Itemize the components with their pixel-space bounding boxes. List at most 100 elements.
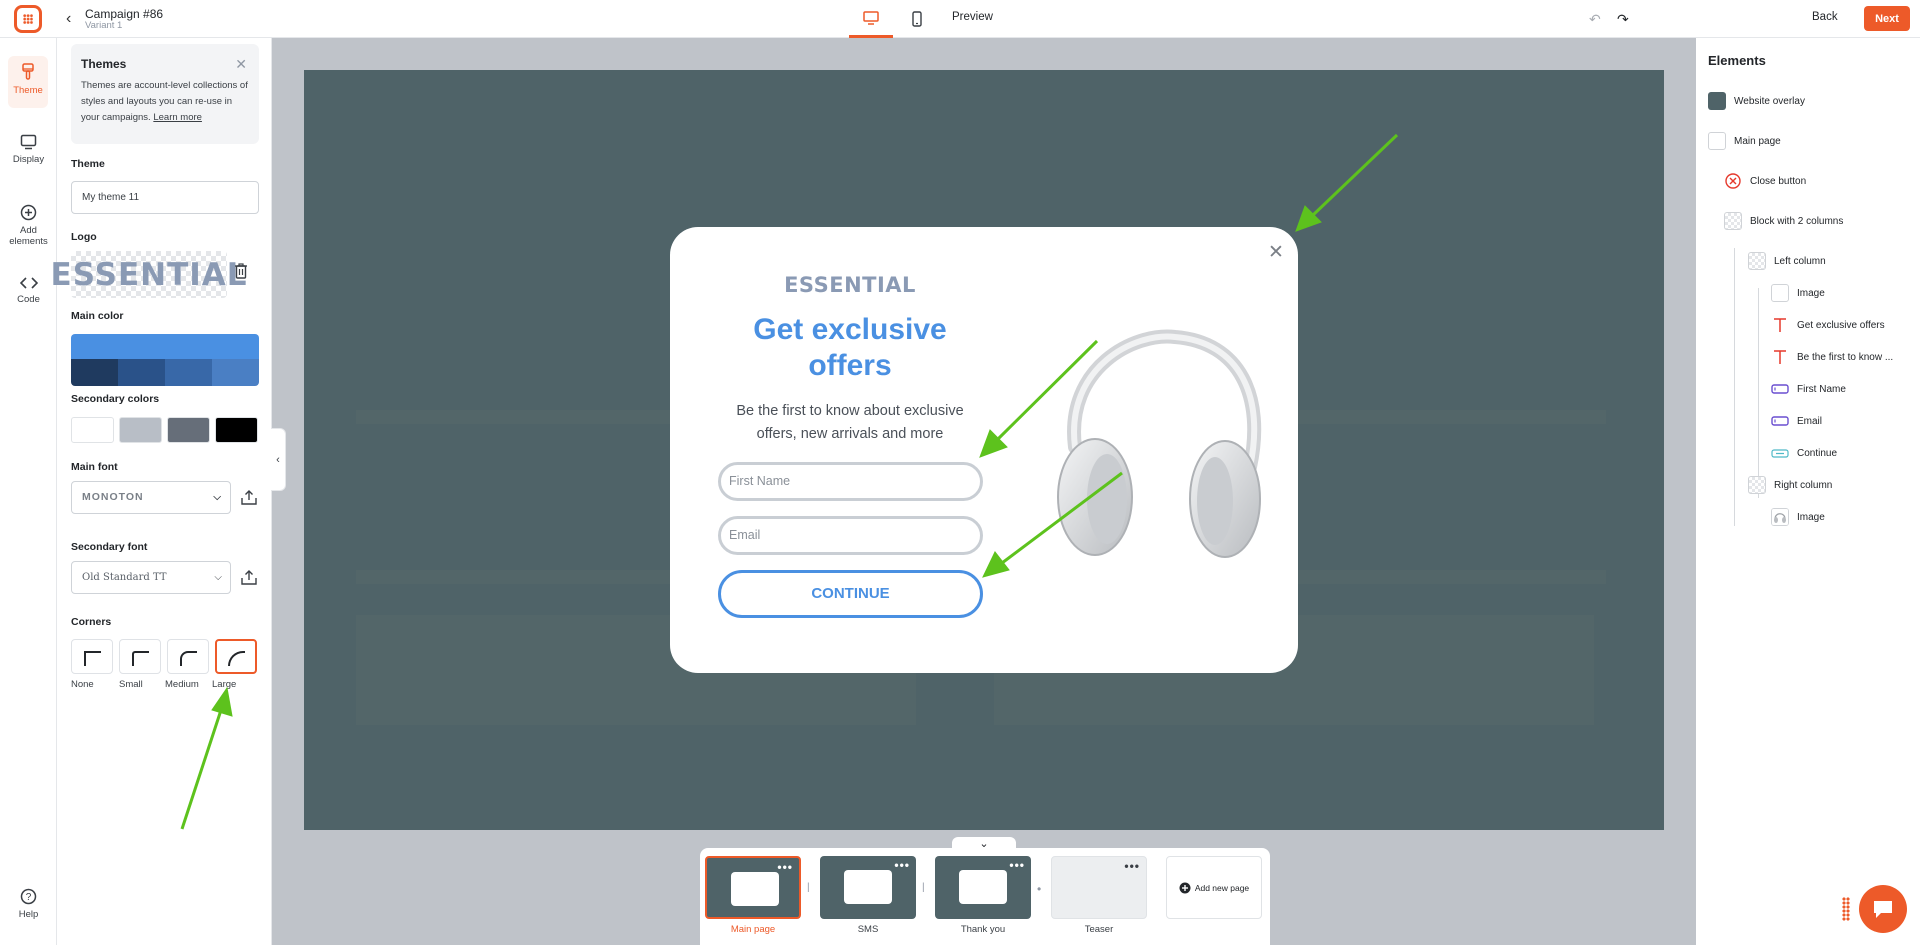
logo-preview[interactable]: ESSENTIAL <box>51 251 247 298</box>
element-subtext[interactable]: Be the first to know ... <box>1771 347 1893 367</box>
top-bar: ‹ Campaign #86 Variant 1 Preview ↶ ↷ Bac… <box>0 0 1920 38</box>
nav-display[interactable]: Display <box>0 134 57 165</box>
code-icon <box>19 277 38 289</box>
popup-logo[interactable]: ESSENTIAL <box>670 273 1030 297</box>
upload-icon[interactable] <box>241 569 257 585</box>
nav-theme[interactable]: Theme <box>8 56 48 108</box>
theme-name-input[interactable]: My theme 11 <box>71 181 259 214</box>
column-icon <box>1748 252 1766 270</box>
corner-label-none: None <box>71 679 94 690</box>
element-label: Right column <box>1774 479 1833 491</box>
element-image[interactable]: Image <box>1771 507 1825 527</box>
first-name-input[interactable]: First Name <box>718 462 983 501</box>
headline-line-2: offers <box>808 349 892 382</box>
page-separator: | <box>922 882 925 893</box>
secondary-font-select[interactable]: Old Standard TT ⌵ <box>71 561 231 594</box>
main-color-shade[interactable] <box>165 359 212 386</box>
learn-more-link[interactable]: Learn more <box>153 112 202 123</box>
desktop-view-icon[interactable] <box>849 0 893 38</box>
page-thumb-teaser[interactable]: ••• <box>1051 856 1147 919</box>
monitor-icon <box>20 134 37 150</box>
upload-icon[interactable] <box>241 489 257 505</box>
svg-text:?: ? <box>26 892 32 903</box>
element-block-two-columns[interactable]: Block with 2 columns <box>1724 211 1843 231</box>
main-color-shade[interactable] <box>118 359 165 386</box>
corner-label-small: Small <box>119 679 143 690</box>
corner-none-option[interactable] <box>71 639 113 674</box>
corner-medium-option[interactable] <box>167 639 209 674</box>
chat-button[interactable] <box>1859 885 1907 933</box>
more-icon[interactable]: ••• <box>777 860 793 874</box>
secondary-color-swatch[interactable] <box>71 417 114 443</box>
column-icon <box>1748 476 1766 494</box>
corner-small-option[interactable] <box>119 639 161 674</box>
back-button[interactable]: Back <box>1812 11 1838 23</box>
headline-line-1: Get exclusive <box>753 313 947 346</box>
info-text: Themes are account-level collections of … <box>81 78 249 126</box>
nav-add-elements[interactable]: Add elements <box>0 204 57 247</box>
popup-headline[interactable]: Get exclusive offers <box>700 312 1000 384</box>
drag-handle-icon[interactable] <box>1842 897 1850 921</box>
page-thumb-sms[interactable]: ••• <box>820 856 916 919</box>
more-icon[interactable]: ••• <box>1124 859 1140 873</box>
undo-icon[interactable]: ↶ <box>1589 11 1601 28</box>
element-label: First Name <box>1797 383 1846 395</box>
element-right-column[interactable]: Right column <box>1748 475 1832 495</box>
popup-main-page[interactable]: ✕ ESSENTIAL Get exclusive offers Be the … <box>670 227 1298 673</box>
element-website-overlay[interactable]: Website overlay <box>1708 91 1805 111</box>
page-label-teaser[interactable]: Teaser <box>1051 924 1147 935</box>
redo-icon[interactable]: ↷ <box>1617 11 1629 28</box>
element-label: Main page <box>1734 135 1781 147</box>
main-font-select[interactable]: MONOTON ⌵ <box>71 481 231 514</box>
theme-panel: Themes ✕ Themes are account-level collec… <box>51 38 272 945</box>
element-close-button[interactable]: Close button <box>1724 171 1806 191</box>
main-color-shade[interactable] <box>71 359 118 386</box>
chat-bubble-icon <box>1874 901 1892 918</box>
page-label-main[interactable]: Main page <box>705 924 801 935</box>
popup-subtext[interactable]: Be the first to know about exclusive off… <box>720 400 980 446</box>
app-logo-icon[interactable] <box>14 5 42 33</box>
back-chevron-icon[interactable]: ‹ <box>66 10 80 28</box>
element-continue[interactable]: Continue <box>1771 443 1837 463</box>
nav-theme-label: Theme <box>13 85 43 96</box>
add-new-page-button[interactable]: Add new page <box>1166 856 1262 919</box>
page-label-sms[interactable]: SMS <box>820 924 916 935</box>
chevron-down-icon: ⌵ <box>213 492 222 503</box>
close-icon[interactable]: ✕ <box>1268 241 1284 264</box>
input-field-icon <box>1771 384 1789 394</box>
preview-button[interactable]: Preview <box>952 11 993 23</box>
main-color-swatch[interactable] <box>71 334 259 386</box>
corner-large-option[interactable] <box>215 639 257 674</box>
element-email[interactable]: Email <box>1771 411 1822 431</box>
collapse-panel-icon[interactable]: ‹ <box>271 428 286 491</box>
page-thumb-main[interactable]: ••• <box>705 856 801 919</box>
mobile-view-icon[interactable] <box>905 0 929 38</box>
element-image[interactable]: Image <box>1771 283 1825 303</box>
secondary-color-swatch[interactable] <box>215 417 258 443</box>
email-input[interactable]: Email <box>718 516 983 555</box>
page-thumb-thank-you[interactable]: ••• <box>935 856 1031 919</box>
element-first-name[interactable]: First Name <box>1771 379 1846 399</box>
left-nav: Theme Display Add elements Code ? Help <box>0 38 57 945</box>
next-button[interactable]: Next <box>1864 6 1910 31</box>
secondary-color-swatch[interactable] <box>119 417 162 443</box>
more-icon[interactable]: ••• <box>894 858 910 872</box>
main-color-primary[interactable] <box>71 334 259 359</box>
trash-icon[interactable] <box>234 263 248 279</box>
close-icon[interactable]: ✕ <box>235 56 247 73</box>
headphones-image[interactable] <box>1025 327 1295 587</box>
main-color-shade[interactable] <box>212 359 259 386</box>
overlay-icon <box>1708 92 1726 110</box>
nav-help[interactable]: ? Help <box>0 888 57 920</box>
nav-help-label: Help <box>18 909 39 920</box>
page-label-thank-you[interactable]: Thank you <box>935 924 1031 935</box>
corner-label-large: Large <box>212 679 237 690</box>
element-left-column[interactable]: Left column <box>1748 251 1826 271</box>
nav-code[interactable]: Code <box>0 276 57 305</box>
more-icon[interactable]: ••• <box>1009 858 1025 872</box>
element-headline-text[interactable]: Get exclusive offers <box>1771 315 1885 335</box>
tree-line <box>1734 248 1735 526</box>
element-main-page[interactable]: Main page <box>1708 131 1781 151</box>
continue-button[interactable]: CONTINUE <box>718 570 983 618</box>
secondary-color-swatch[interactable] <box>167 417 210 443</box>
